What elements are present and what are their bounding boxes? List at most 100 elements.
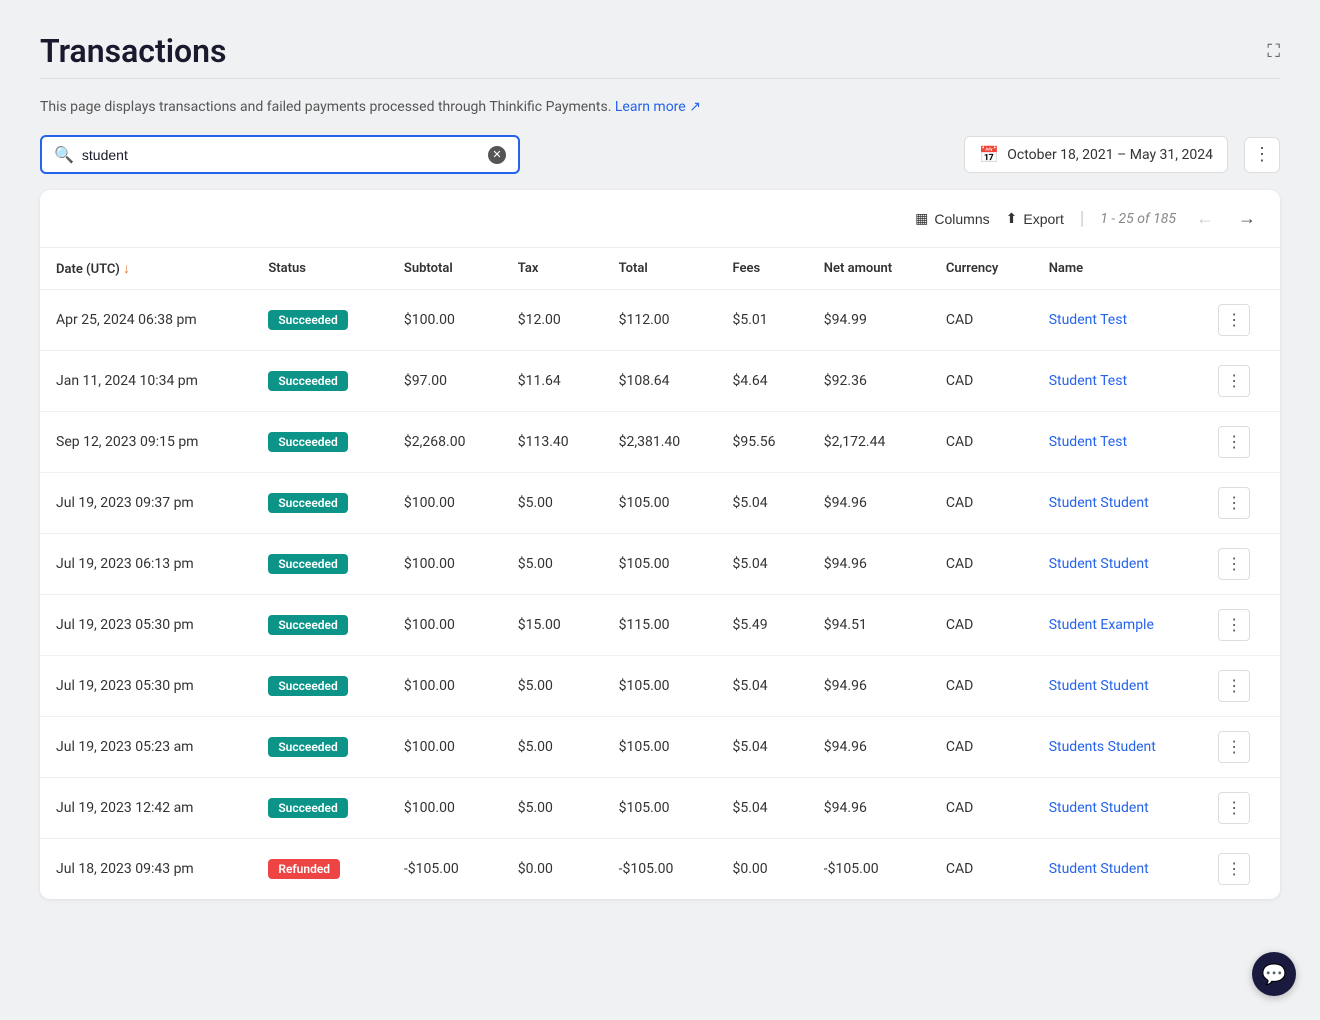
status-badge: Succeeded [268,737,347,757]
col-date[interactable]: Date (UTC) ↓ [40,248,252,290]
table-row: Jul 18, 2023 09:43 pm Refunded -$105.00 … [40,839,1280,900]
cell-date: Apr 25, 2024 06:38 pm [40,290,252,351]
cell-total: $112.00 [603,290,717,351]
row-more-button[interactable]: ⋮ [1218,853,1250,885]
col-tax[interactable]: Tax [502,248,603,290]
cell-status: Succeeded [252,778,388,839]
pagination-info: 1 - 25 of 185 [1100,211,1176,227]
col-total[interactable]: Total [603,248,717,290]
table-row: Jul 19, 2023 05:30 pm Succeeded $100.00 … [40,595,1280,656]
row-more-button[interactable]: ⋮ [1218,548,1250,580]
cell-total: $115.00 [603,595,717,656]
row-more-button[interactable]: ⋮ [1218,304,1250,336]
col-net[interactable]: Net amount [808,248,930,290]
name-link[interactable]: Student Test [1049,373,1127,389]
cell-status: Refunded [252,839,388,900]
cell-actions: ⋮ [1202,534,1280,595]
name-link[interactable]: Student Student [1049,861,1149,877]
chat-bubble-button[interactable]: 💬 [1252,952,1296,996]
learn-more-link[interactable]: Learn more ↗ [615,99,701,115]
col-fees[interactable]: Fees [716,248,807,290]
cell-currency: CAD [930,717,1033,778]
row-more-button[interactable]: ⋮ [1218,609,1250,641]
cell-net: $94.96 [808,656,930,717]
cell-status: Succeeded [252,717,388,778]
col-subtotal[interactable]: Subtotal [388,248,502,290]
col-status[interactable]: Status [252,248,388,290]
cell-date: Jul 19, 2023 05:30 pm [40,595,252,656]
name-link[interactable]: Students Student [1049,739,1156,755]
row-more-button[interactable]: ⋮ [1218,487,1250,519]
cell-date: Jul 19, 2023 05:30 pm [40,656,252,717]
search-icon: 🔍 [54,145,74,164]
row-more-button[interactable]: ⋮ [1218,731,1250,763]
date-range-more-button[interactable]: ⋮ [1244,137,1280,173]
cell-name: Student Test [1033,351,1202,412]
cell-tax: $5.00 [502,717,603,778]
cell-currency: CAD [930,839,1033,900]
cell-subtotal: $100.00 [388,778,502,839]
status-badge: Refunded [268,859,340,879]
cell-actions: ⋮ [1202,778,1280,839]
date-range-picker[interactable]: 📅 October 18, 2021 – May 31, 2024 [964,136,1228,173]
cell-date: Jul 18, 2023 09:43 pm [40,839,252,900]
name-link[interactable]: Student Student [1049,556,1149,572]
cell-tax: $5.00 [502,473,603,534]
export-button[interactable]: ⬆ Export [1006,210,1064,227]
search-input[interactable] [82,147,480,163]
cell-fees: $4.64 [716,351,807,412]
name-link[interactable]: Student Student [1049,678,1149,694]
cell-subtotal: $100.00 [388,290,502,351]
cell-actions: ⋮ [1202,717,1280,778]
cell-status: Succeeded [252,534,388,595]
cell-net: $92.36 [808,351,930,412]
name-link[interactable]: Student Test [1049,434,1127,450]
cell-fees: $5.49 [716,595,807,656]
cell-actions: ⋮ [1202,839,1280,900]
cell-status: Succeeded [252,473,388,534]
columns-icon: ▦ [915,210,928,227]
table-row: Jul 19, 2023 12:42 am Succeeded $100.00 … [40,778,1280,839]
toolbar: 🔍 ✕ 📅 October 18, 2021 – May 31, 2024 ⋮ [40,135,1280,174]
name-link[interactable]: Student Example [1049,617,1154,633]
table-toolbar: ▦ Columns ⬆ Export | 1 - 25 of 185 ← → [40,190,1280,248]
row-more-button[interactable]: ⋮ [1218,670,1250,702]
row-more-button[interactable]: ⋮ [1218,792,1250,824]
cell-actions: ⋮ [1202,412,1280,473]
status-badge: Succeeded [268,310,347,330]
page-title: Transactions [40,32,226,70]
col-name[interactable]: Name [1033,248,1202,290]
calendar-icon: 📅 [979,145,999,164]
clear-search-button[interactable]: ✕ [488,146,506,164]
row-more-button[interactable]: ⋮ [1218,365,1250,397]
table-row: Jul 19, 2023 09:37 pm Succeeded $100.00 … [40,473,1280,534]
cell-status: Succeeded [252,351,388,412]
cell-currency: CAD [930,595,1033,656]
table-row: Jul 19, 2023 05:30 pm Succeeded $100.00 … [40,656,1280,717]
cell-status: Succeeded [252,412,388,473]
col-currency[interactable]: Currency [930,248,1033,290]
cell-net: $94.96 [808,473,930,534]
columns-button[interactable]: ▦ Columns [915,210,989,227]
prev-page-button[interactable]: ← [1192,206,1218,231]
cell-total: $105.00 [603,656,717,717]
cell-tax: $11.64 [502,351,603,412]
status-badge: Succeeded [268,554,347,574]
search-box[interactable]: 🔍 ✕ [40,135,520,174]
cell-net: $94.96 [808,778,930,839]
name-link[interactable]: Student Student [1049,495,1149,511]
cell-fees: $5.04 [716,778,807,839]
cell-date: Sep 12, 2023 09:15 pm [40,412,252,473]
name-link[interactable]: Student Student [1049,800,1149,816]
cell-tax: $113.40 [502,412,603,473]
cell-name: Student Student [1033,534,1202,595]
name-link[interactable]: Student Test [1049,312,1127,328]
row-more-button[interactable]: ⋮ [1218,426,1250,458]
toolbar-separator: | [1080,208,1084,229]
cell-total: $108.64 [603,351,717,412]
cell-subtotal: -$105.00 [388,839,502,900]
cell-tax: $0.00 [502,839,603,900]
next-page-button[interactable]: → [1234,206,1260,231]
expand-icon[interactable]: ⛶ [1267,41,1280,62]
header-divider [40,78,1280,79]
